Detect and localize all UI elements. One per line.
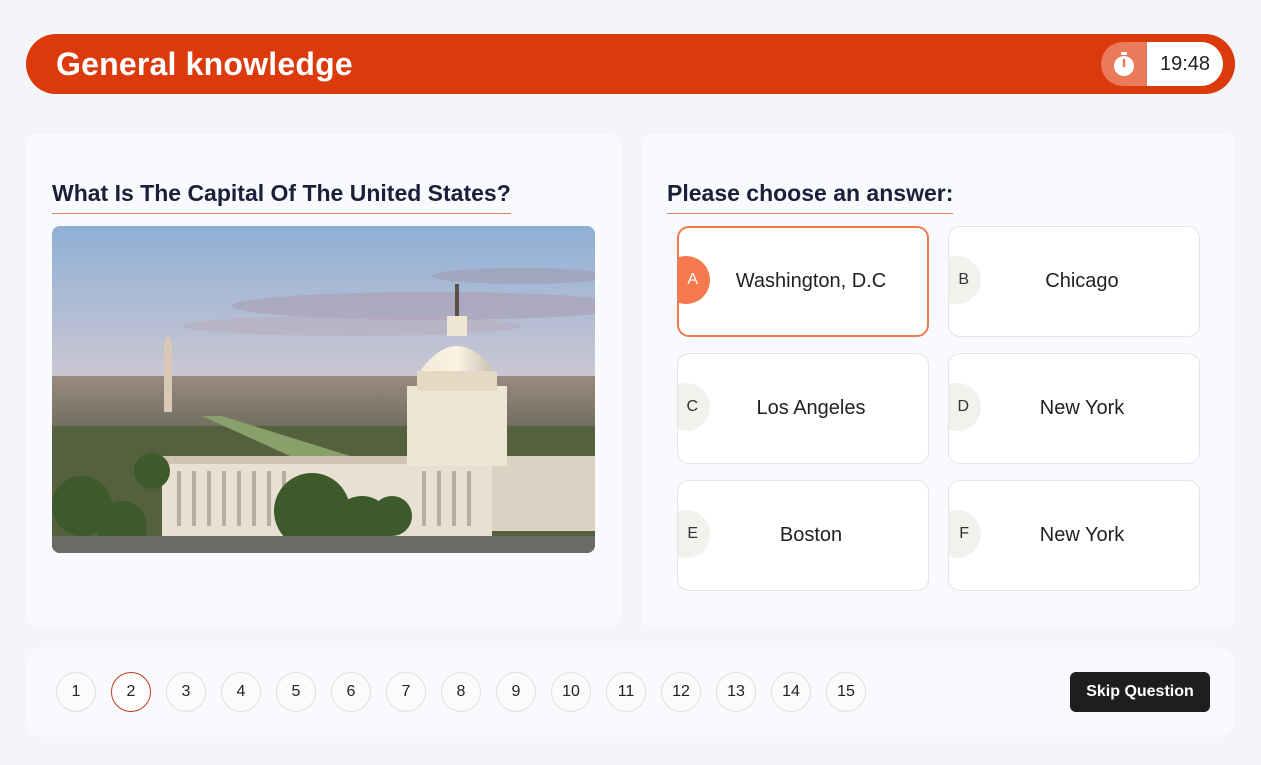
page-button-1[interactable]: 1 [56,672,96,712]
page-button-10[interactable]: 10 [551,672,591,712]
answer-option-d[interactable]: D New York [948,353,1200,464]
answers-heading: Please choose an answer: [667,180,954,214]
timer-value: 19:48 [1147,42,1223,86]
answer-text: Chicago [1045,270,1119,292]
page-button-4[interactable]: 4 [221,672,261,712]
question-navigation: 1 2 3 4 5 6 7 8 9 10 11 12 13 14 15 Skip… [26,647,1235,737]
answer-letter: D [949,383,981,431]
page-list: 1 2 3 4 5 6 7 8 9 10 11 12 13 14 15 [56,672,866,712]
answer-letter: A [679,256,710,304]
answer-option-a[interactable]: A Washington, D.C [677,226,929,337]
page-button-9[interactable]: 9 [496,672,536,712]
answer-text: New York [1039,397,1125,419]
page-button-12[interactable]: 12 [661,672,701,712]
us-capitol-photo [52,226,595,553]
answer-letter: E [678,510,710,558]
quiz-title: General knowledge [56,45,353,82]
answer-letter: B [949,256,981,304]
answers-panel: Please choose an answer: A Washington, D… [641,134,1235,627]
answer-grid: A Washington, D.C B Chicago C Los Angele… [677,226,1200,591]
page-button-14[interactable]: 14 [771,672,811,712]
question-panel: What Is The Capital Of The United States… [26,134,621,627]
page-button-2[interactable]: 2 [111,672,151,712]
answer-option-e[interactable]: E Boston [677,480,929,591]
page-button-5[interactable]: 5 [276,672,316,712]
page-button-15[interactable]: 15 [826,672,866,712]
page-button-13[interactable]: 13 [716,672,756,712]
answer-letter: C [678,383,710,431]
page-button-7[interactable]: 7 [386,672,426,712]
answer-text: Washington, D.C [735,270,887,292]
page-button-8[interactable]: 8 [441,672,481,712]
stopwatch-icon [1101,42,1147,86]
answer-letter: F [949,510,981,558]
page-button-11[interactable]: 11 [606,672,646,712]
answer-option-f[interactable]: F New York [948,480,1200,591]
answer-option-b[interactable]: B Chicago [948,226,1200,337]
page-button-6[interactable]: 6 [331,672,371,712]
timer: 19:48 [1101,42,1223,86]
answer-option-c[interactable]: C Los Angeles [677,353,929,464]
answer-text: Los Angeles [756,397,866,419]
answer-text: New York [1039,524,1125,546]
skip-question-button[interactable]: Skip Question [1070,672,1210,712]
quiz-header: General knowledge 19:48 [26,34,1235,94]
page-button-3[interactable]: 3 [166,672,206,712]
answer-text: Boston [779,524,843,546]
question-text: What Is The Capital Of The United States… [52,180,511,214]
